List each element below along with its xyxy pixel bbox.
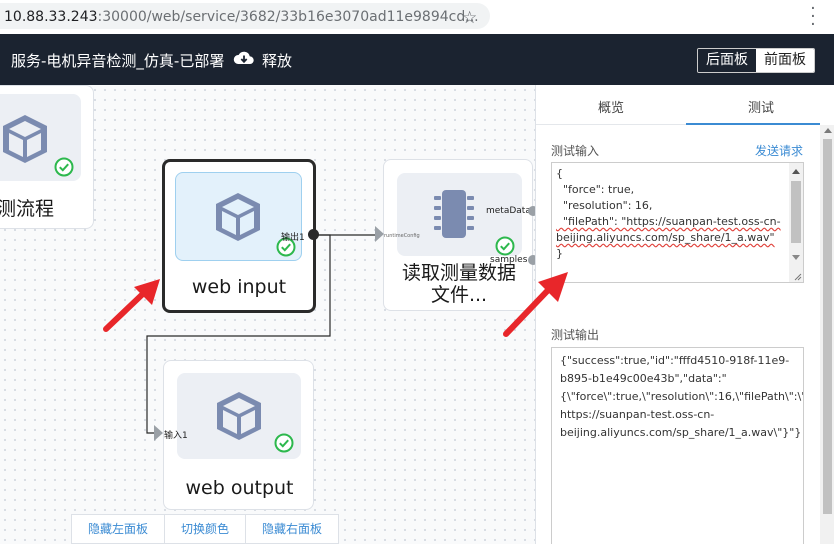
front-panel-button[interactable]: 前面板 — [756, 49, 814, 72]
back-panel-button[interactable]: 后面板 — [698, 49, 756, 72]
url-text[interactable]: 10.88.33.243:30000/web/service/3682/33b1… — [4, 9, 479, 25]
scroll-thumb[interactable] — [791, 181, 801, 243]
cube-icon — [217, 392, 261, 440]
output-port-dot[interactable] — [528, 255, 535, 265]
check-circle-icon — [54, 157, 74, 177]
right-panel: 概览 测试 测试输入 发送请求 { "force": true, "resolu… — [535, 85, 834, 544]
send-request-link[interactable]: 发送请求 — [755, 142, 803, 159]
panel-switch: 后面板 前面板 — [697, 48, 815, 73]
output-port-dot[interactable] — [528, 206, 535, 216]
app-header: 服务-电机异音检测_仿真-已部署 释放 后面板 前面板 — [0, 34, 834, 85]
cube-icon — [3, 115, 47, 163]
output-port-label: metaData — [486, 206, 531, 216]
bookmark-star-icon[interactable]: ☆ — [462, 8, 477, 28]
node-web-input[interactable]: 输出1 web input — [162, 159, 316, 313]
input-port-label: runtimeConfig — [384, 233, 420, 239]
chip-icon — [434, 190, 474, 238]
scroll-up-icon[interactable] — [792, 169, 800, 174]
node-icon-box — [175, 172, 302, 261]
panel-tabs: 概览 测试 — [536, 85, 820, 125]
node-partial[interactable]: 测流程 — [0, 85, 94, 229]
test-input-label: 测试输入 — [551, 144, 600, 158]
scroll-up-icon[interactable] — [824, 128, 832, 133]
output-port-label: 输出1 — [281, 233, 305, 243]
check-circle-icon — [495, 236, 515, 256]
cloud-download-icon[interactable] — [233, 49, 255, 67]
node-label: web input — [191, 276, 287, 298]
scroll-thumb[interactable] — [823, 139, 832, 514]
test-input-textarea[interactable]: { "force": true, "resolution": 16, "file… — [551, 162, 804, 283]
tab-test[interactable]: 测试 — [748, 97, 774, 116]
textarea-scrollbar[interactable] — [789, 163, 803, 282]
switch-color-button[interactable]: 切换颜色 — [165, 515, 247, 543]
node-icon-box — [0, 94, 81, 181]
tab-overview[interactable]: 概览 — [598, 97, 624, 116]
resize-handle-icon[interactable] — [794, 273, 802, 281]
cube-icon — [216, 193, 260, 241]
hide-left-panel-button[interactable]: 隐藏左面板 — [72, 515, 166, 543]
input-port-arrow[interactable] — [375, 226, 384, 242]
test-output-box: {"success":true,"id":"fffd4510-918f-11e9… — [551, 347, 804, 544]
panel-scrollbar[interactable] — [820, 125, 834, 544]
input-port-label: 输入1 — [164, 431, 188, 441]
check-circle-icon — [274, 433, 294, 453]
scroll-down-icon[interactable] — [792, 255, 800, 260]
output-port-dot[interactable] — [308, 229, 319, 240]
flow-canvas[interactable]: 测流程 输出1 web input runtimeConfig metaData… — [0, 85, 535, 544]
canvas-bottom-bar: 隐藏左面板 切换颜色 隐藏右面板 — [71, 514, 340, 544]
node-label: web output — [185, 477, 294, 499]
annotation-arrow — [103, 279, 160, 332]
node-label: 测流程 — [0, 198, 55, 220]
hide-right-panel-button[interactable]: 隐藏右面板 — [246, 515, 338, 543]
browser-url-bar: 10.88.33.243:30000/web/service/3682/33b1… — [0, 0, 834, 34]
active-tab-indicator — [686, 123, 820, 125]
node-icon-box — [177, 373, 301, 459]
node-web-output[interactable]: 输入1 web output — [163, 360, 314, 510]
service-title: 服务-电机异音检测_仿真-已部署 — [11, 52, 225, 70]
browser-menu-icon[interactable]: · · · — [808, 1, 818, 34]
annotation-arrow — [503, 272, 568, 337]
release-button[interactable]: 释放 — [262, 50, 292, 71]
address-bar[interactable]: 10.88.33.243:30000/web/service/3682/33b1… — [0, 3, 490, 29]
input-port-arrow[interactable] — [154, 425, 163, 441]
